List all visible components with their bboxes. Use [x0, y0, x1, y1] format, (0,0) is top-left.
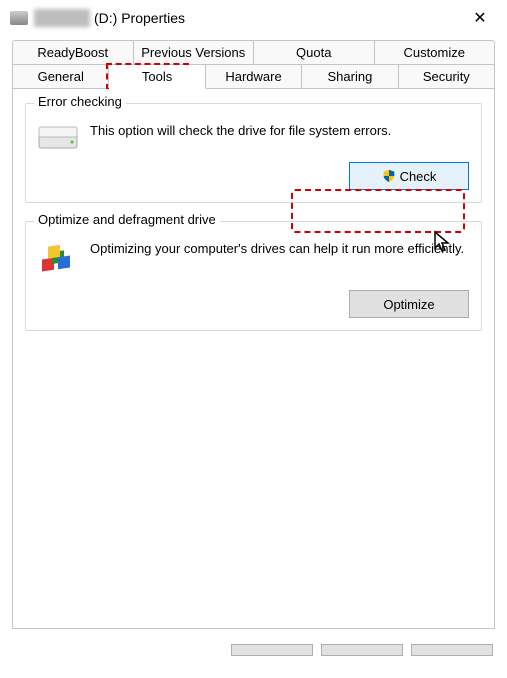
window-title: (D:) Properties: [94, 10, 185, 26]
harddrive-icon: [38, 124, 78, 152]
group-title-defragment: Optimize and defragment drive: [34, 212, 220, 227]
apply-button[interactable]: [411, 644, 493, 656]
tab-hardware[interactable]: Hardware: [206, 65, 302, 89]
tab-tools[interactable]: Tools: [109, 65, 205, 89]
group-title-error-checking: Error checking: [34, 94, 126, 109]
defragment-description: Optimizing your computer's drives can he…: [90, 240, 469, 258]
obscured-volume-label: [34, 9, 90, 27]
tab-security[interactable]: Security: [399, 65, 495, 89]
optimize-button-label: Optimize: [383, 297, 434, 312]
check-button[interactable]: Check: [349, 162, 469, 190]
uac-shield-icon: [382, 169, 396, 183]
error-checking-description: This option will check the drive for fil…: [90, 122, 469, 140]
ok-button[interactable]: [231, 644, 313, 656]
drive-icon: [10, 11, 28, 25]
dialog-buttons: [0, 644, 507, 678]
tab-previous-versions[interactable]: Previous Versions: [134, 40, 255, 65]
cancel-button[interactable]: [321, 644, 403, 656]
tab-strip: ReadyBoost Previous Versions Quota Custo…: [12, 40, 495, 89]
tab-sharing[interactable]: Sharing: [302, 65, 398, 89]
close-icon: ✕: [473, 8, 486, 28]
tab-panel-tools: Error checking This option will check th…: [12, 89, 495, 629]
group-error-checking: Error checking This option will check th…: [25, 103, 482, 203]
tab-quota[interactable]: Quota: [254, 40, 375, 65]
optimize-button[interactable]: Optimize: [349, 290, 469, 318]
close-button[interactable]: ✕: [459, 3, 501, 33]
tab-general[interactable]: General: [12, 65, 109, 89]
tab-customize[interactable]: Customize: [375, 40, 496, 65]
titlebar: (D:) Properties ✕: [0, 0, 507, 36]
dialog-body: ReadyBoost Previous Versions Quota Custo…: [0, 36, 507, 639]
properties-dialog: (D:) Properties ✕ ReadyBoost Previous Ve…: [0, 0, 507, 678]
tab-readyboost[interactable]: ReadyBoost: [12, 40, 134, 65]
defragment-icon: [38, 240, 78, 280]
group-defragment: Optimize and defragment drive Optimizing…: [25, 221, 482, 331]
check-button-label: Check: [400, 169, 437, 184]
